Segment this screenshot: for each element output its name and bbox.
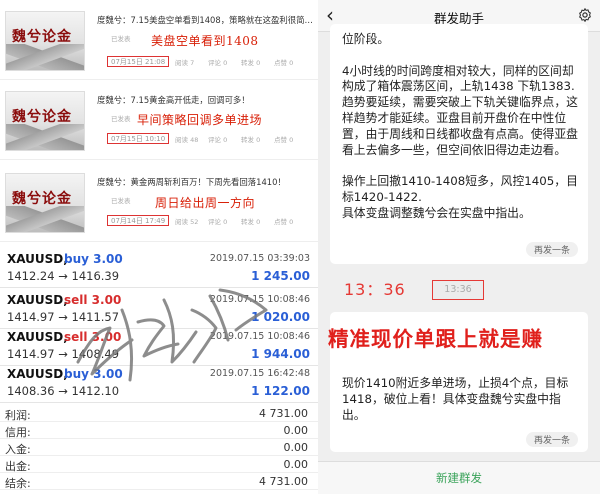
share-count: 转发 0 bbox=[241, 59, 261, 67]
trade-prices: 1414.97 → 1408.49 bbox=[7, 347, 120, 361]
trade-prices: 1408.36 → 1412.10 bbox=[7, 384, 120, 398]
summary-label: 结余: bbox=[5, 477, 31, 490]
article-stats: 阅读 52 评论 0 转发 0 点赞 0 bbox=[175, 216, 307, 226]
trade-symbol: XAUUSD, bbox=[7, 367, 68, 381]
trade-time: 2019.07.15 10:08:46 bbox=[209, 331, 310, 342]
comment-count: 评论 0 bbox=[208, 218, 228, 226]
trade-row[interactable]: XAUUSD, buy 3.00 2019.07.15 03:39:03 141… bbox=[0, 247, 318, 288]
trade-time: 2019.07.15 16:42:48 bbox=[209, 368, 310, 379]
read-count: 阅读 52 bbox=[175, 218, 199, 226]
article-annotation: 周日给出周一方向 bbox=[155, 196, 256, 210]
article-title[interactable]: 度魏兮：7.15美盘空单看到1408，策略就在这盈利很简单！ bbox=[97, 14, 315, 26]
trade-prices: 1412.24 → 1416.39 bbox=[7, 269, 120, 283]
summary-row: 入金: 0.00 bbox=[0, 440, 318, 456]
article-thumbnail: 魏兮论金 bbox=[5, 11, 85, 71]
comment-count: 评论 0 bbox=[208, 59, 228, 67]
summary-row: 出金: 0.00 bbox=[0, 457, 318, 473]
summary-row: 信用: 0.00 bbox=[0, 423, 318, 439]
trade-row[interactable]: XAUUSD, sell 3.00 2019.07.15 10:08:46 14… bbox=[0, 288, 318, 329]
article-item[interactable]: 魏兮论金 度魏兮：7.15黄金高开低走，回调可多！ 已发表 早间策略回调多单进场… bbox=[0, 80, 318, 160]
left-panel: 魏兮论金 度魏兮：7.15美盘空单看到1408，策略就在这盈利很简单！ 已发表 … bbox=[0, 0, 318, 494]
trade-row[interactable]: XAUUSD, sell 3.00 2019.07.15 10:08:46 14… bbox=[0, 325, 318, 366]
article-annotation: 早间策略回调多单进场 bbox=[137, 113, 263, 127]
trade-prices: 1414.97 → 1411.57 bbox=[7, 310, 120, 324]
trade-profit: 1 944.00 bbox=[251, 347, 310, 361]
trade-time: 2019.07.15 03:39:03 bbox=[209, 253, 310, 264]
resend-button[interactable]: 再发一条 bbox=[525, 432, 578, 447]
article-stats: 阅读 48 评论 0 转发 0 点赞 0 bbox=[175, 134, 307, 144]
summary-label: 信用: bbox=[5, 426, 31, 439]
like-count: 点赞 0 bbox=[274, 218, 294, 226]
article-date: 07月15日 21:08 bbox=[107, 56, 170, 67]
trade-time: 2019.07.15 10:08:46 bbox=[209, 294, 310, 305]
article-title[interactable]: 度魏兮：7.15黄金高开低走，回调可多！ bbox=[97, 94, 315, 106]
resend-button[interactable]: 再发一条 bbox=[525, 242, 578, 257]
mountain-decoration bbox=[6, 44, 84, 70]
trade-side: buy 3.00 bbox=[64, 367, 123, 381]
summary-value: 0.00 bbox=[283, 441, 309, 454]
article-thumbnail: 魏兮论金 bbox=[5, 173, 85, 233]
article-title[interactable]: 度魏兮：黄金两周斩利百万！下周先看回落1410！ bbox=[97, 176, 315, 188]
summary-value: 4 731.00 bbox=[259, 475, 308, 488]
share-count: 转发 0 bbox=[241, 136, 261, 144]
summary-label: 出金: bbox=[5, 460, 31, 473]
article-status: 已发表 bbox=[111, 35, 131, 43]
trade-profit: 1 020.00 bbox=[251, 310, 310, 324]
message-paragraph: 4小时线的时间跨度相对较大，同样的区间却构成了箱体震荡区间，上轨1438 下轨1… bbox=[342, 63, 578, 157]
thumbnail-logo: 魏兮论金 bbox=[12, 29, 72, 45]
timestamp-chip: 13:36 bbox=[432, 280, 484, 300]
article-annotation: 美盘空单看到1408 bbox=[151, 34, 259, 48]
mountain-decoration bbox=[6, 206, 84, 232]
trade-symbol: XAUUSD, bbox=[7, 293, 68, 307]
share-count: 转发 0 bbox=[241, 218, 261, 226]
mountain-decoration bbox=[6, 124, 84, 150]
summary-label: 利润: bbox=[5, 409, 31, 422]
screenshot-root: 魏兮论金 度魏兮：7.15美盘空单看到1408，策略就在这盈利很简单！ 已发表 … bbox=[0, 0, 600, 494]
summary-value: 4 731.00 bbox=[259, 407, 308, 420]
article-date: 07月15日 10:10 bbox=[107, 133, 170, 144]
promo-annotation: 精准现价单跟上就是赚 bbox=[328, 327, 543, 351]
gear-icon[interactable] bbox=[577, 7, 593, 23]
like-count: 点赞 0 bbox=[274, 59, 294, 67]
message-paragraph: 位阶段。 bbox=[342, 32, 390, 46]
thumbnail-logo: 魏兮论金 bbox=[12, 191, 72, 207]
trade-side: sell 3.00 bbox=[64, 293, 122, 307]
new-group-send-button[interactable]: 新建群发 bbox=[318, 470, 600, 486]
trade-symbol: XAUUSD, bbox=[7, 252, 68, 266]
like-count: 点赞 0 bbox=[274, 136, 294, 144]
trade-symbol: XAUUSD, bbox=[7, 330, 68, 344]
article-item[interactable]: 魏兮论金 度魏兮：黄金两周斩利百万！下周先看回落1410！ 已发表 周日给出周一… bbox=[0, 162, 318, 242]
message-bubble[interactable]: 位阶段。 4小时线的时间跨度相对较大，同样的区间却构成了箱体震荡区间，上轨143… bbox=[330, 24, 588, 264]
comment-count: 评论 0 bbox=[208, 136, 228, 144]
trade-row[interactable]: XAUUSD, buy 3.00 2019.07.15 16:42:48 140… bbox=[0, 362, 318, 403]
article-stats: 阅读 7 评论 0 转发 0 点赞 0 bbox=[175, 57, 307, 67]
trade-profit: 1 245.00 bbox=[251, 269, 310, 283]
summary-label: 入金: bbox=[5, 443, 31, 456]
thumbnail-logo: 魏兮论金 bbox=[12, 109, 72, 125]
article-date: 07月14日 17:49 bbox=[107, 215, 170, 226]
summary-row: 利润: 4 731.00 bbox=[0, 406, 318, 422]
summary-value: 0.00 bbox=[283, 458, 309, 471]
message-text: 位阶段。 4小时线的时间跨度相对较大，同样的区间却构成了箱体震荡区间，上轨143… bbox=[342, 32, 578, 222]
article-status: 已发表 bbox=[111, 115, 131, 123]
summary-value: 0.00 bbox=[283, 424, 309, 437]
trade-profit: 1 122.00 bbox=[251, 384, 310, 398]
summary-row: 结余: 4 731.00 bbox=[0, 474, 318, 490]
read-count: 阅读 48 bbox=[175, 136, 199, 144]
trade-side: sell 3.00 bbox=[64, 330, 122, 344]
time-annotation: 13：36 bbox=[344, 280, 406, 299]
message-paragraph: 操作上回撤1410-1408短多，风控1405，目标1420-1422. 具体变… bbox=[342, 174, 578, 220]
read-count: 阅读 7 bbox=[175, 59, 195, 67]
article-item[interactable]: 魏兮论金 度魏兮：7.15美盘空单看到1408，策略就在这盈利很简单！ 已发表 … bbox=[0, 0, 318, 80]
trade-side: buy 3.00 bbox=[64, 252, 123, 266]
article-status: 已发表 bbox=[111, 197, 131, 205]
article-thumbnail: 魏兮论金 bbox=[5, 91, 85, 151]
message-text: 现价1410附近多单进场，止损4个点，目标1418，破位上看！具体变盘魏兮实盘中… bbox=[342, 376, 569, 422]
